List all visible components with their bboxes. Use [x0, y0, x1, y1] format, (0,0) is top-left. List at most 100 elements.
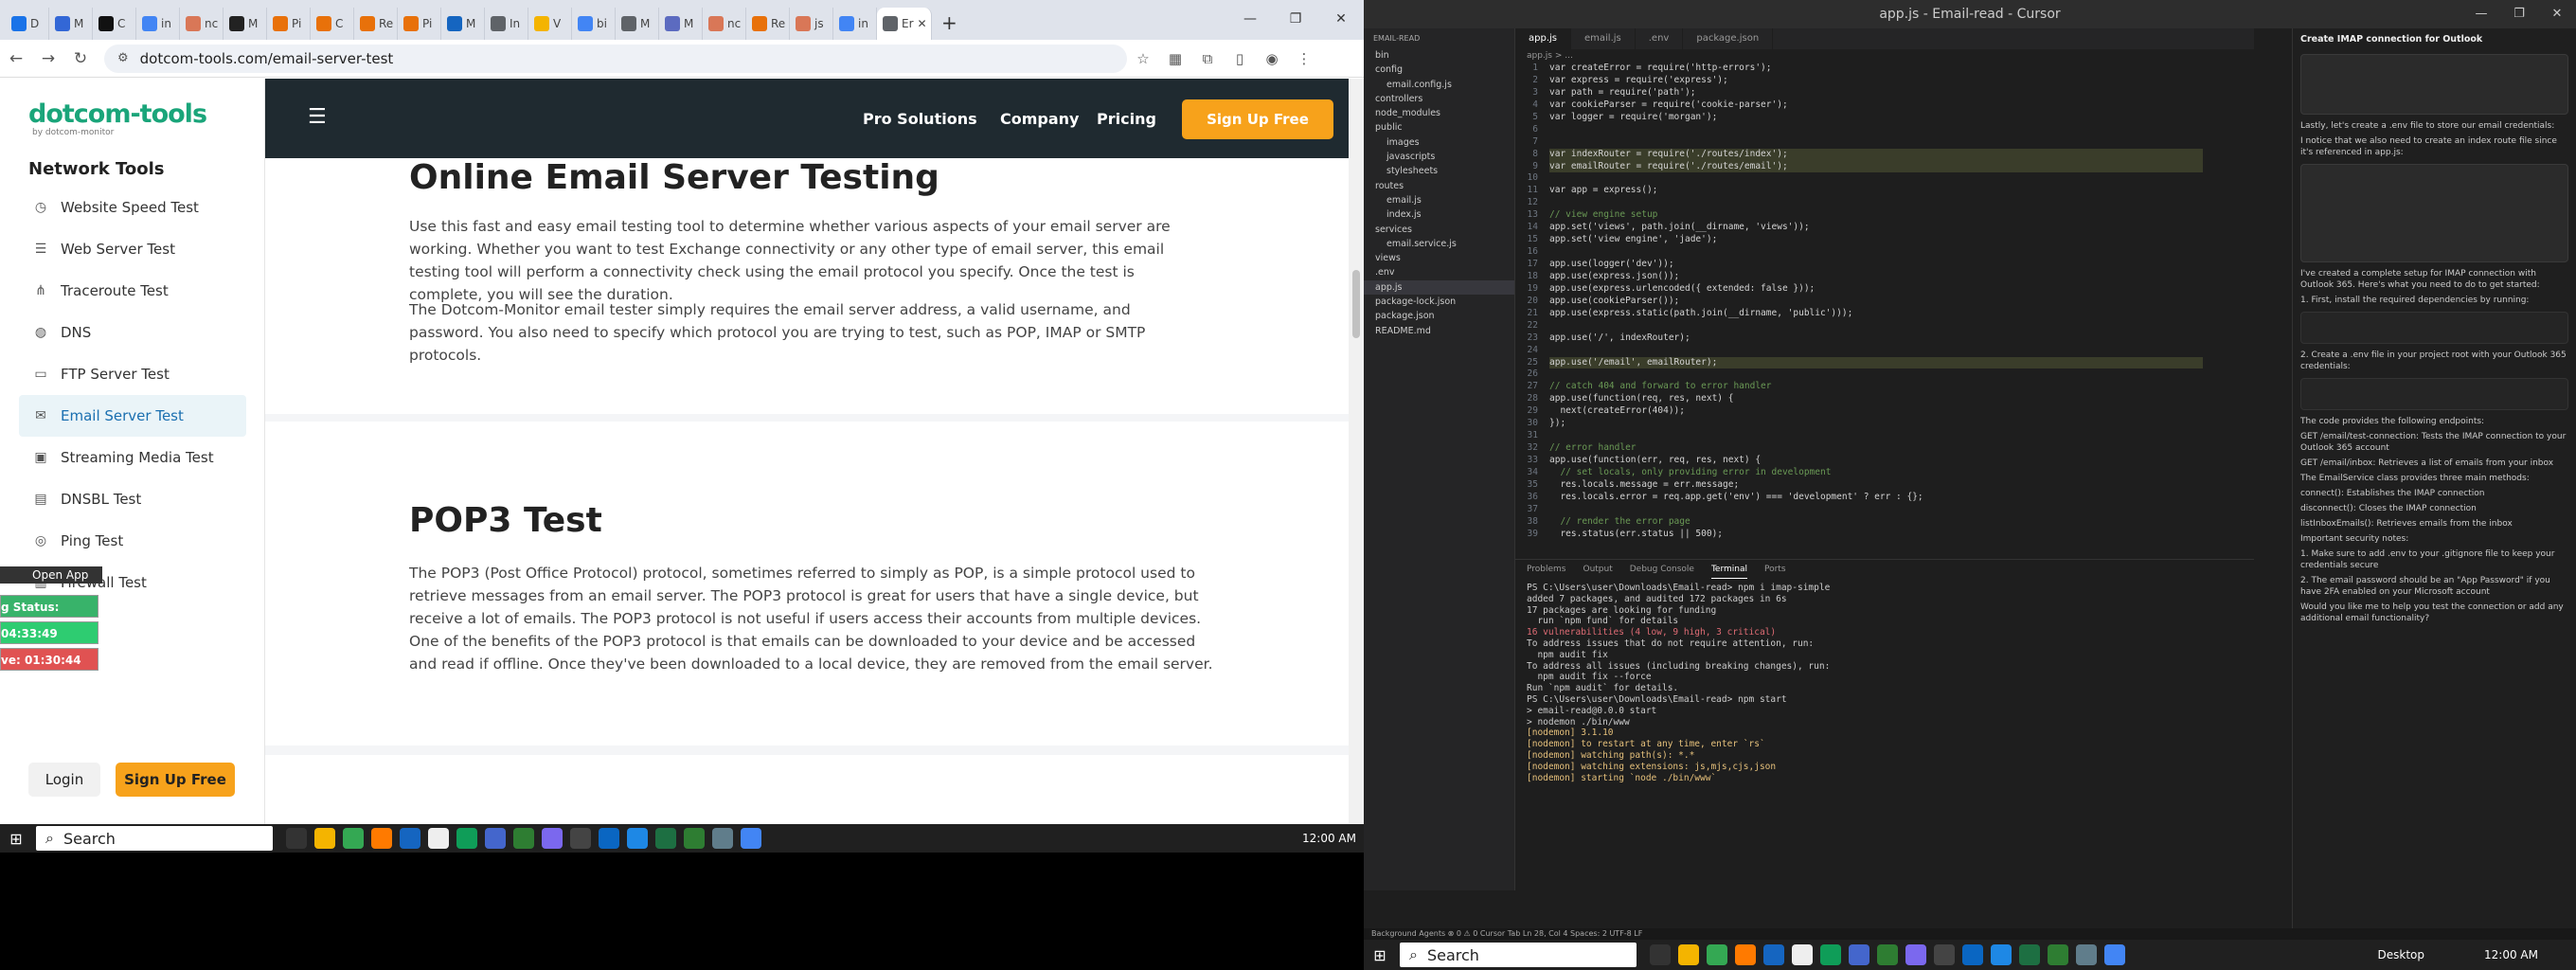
file-tree-item[interactable]: README.md — [1364, 324, 1514, 338]
panel-tab[interactable]: Ports — [1764, 560, 1786, 579]
panel-tab[interactable]: Output — [1583, 560, 1612, 579]
hamburger-menu-icon[interactable]: ☰ — [308, 105, 327, 129]
editor-tab[interactable]: package.json — [1683, 28, 1774, 49]
menu-kebab-icon[interactable]: ⋮ — [1288, 50, 1320, 67]
bookmark-star-icon[interactable]: ☆ — [1127, 50, 1159, 67]
taskbar-app-icon[interactable] — [485, 828, 506, 849]
taskbar-app-icon[interactable] — [314, 828, 335, 849]
ide-maximize-icon[interactable]: ❐ — [2500, 0, 2538, 28]
desktop-label[interactable]: Desktop — [2378, 940, 2425, 970]
file-tree-item[interactable]: stylesheets — [1364, 164, 1514, 178]
taskbar-search[interactable]: ⌕ Search — [36, 826, 273, 851]
browser-tab[interactable]: Re — [354, 8, 398, 40]
sidepanel-icon[interactable]: ▯ — [1224, 50, 1256, 67]
taskbar-search-2[interactable]: ⌕ Search — [1400, 943, 1637, 967]
reload-icon[interactable]: ↻ — [64, 49, 97, 68]
taskbar-app-icon[interactable] — [1934, 944, 1955, 965]
editor-tab[interactable]: email.js — [1571, 28, 1636, 49]
browser-tab[interactable]: in — [136, 8, 180, 40]
sidebar-item-ftp-server-test[interactable]: ▭ FTP Server Test — [19, 353, 246, 395]
windows-start-icon[interactable]: ⊞ — [0, 830, 32, 848]
nav-company[interactable]: Company — [1000, 110, 1079, 128]
maximize-icon[interactable]: ❐ — [1273, 0, 1318, 38]
taskbar-app-icon[interactable] — [371, 828, 392, 849]
file-tree-item[interactable]: services — [1364, 223, 1514, 237]
browser-tab[interactable]: nc — [703, 8, 746, 40]
file-tree-item[interactable]: public — [1364, 120, 1514, 135]
login-button[interactable]: Login — [28, 763, 100, 797]
taskbar-app-icon[interactable] — [1849, 944, 1869, 965]
taskbar-app-icon[interactable] — [1707, 944, 1727, 965]
new-tab-button[interactable]: + — [941, 11, 957, 34]
site-logo[interactable]: dotcom-tools — [28, 99, 207, 129]
file-tree-item[interactable]: .env — [1364, 265, 1514, 279]
extension-icon[interactable]: ▦ — [1159, 50, 1191, 67]
taskbar-app-icon[interactable] — [1877, 944, 1898, 965]
taskbar-app-icon[interactable] — [428, 828, 449, 849]
sidebar-item-website-speed-test[interactable]: ◷ Website Speed Test — [19, 187, 246, 228]
taskbar-app-icon[interactable] — [513, 828, 534, 849]
taskbar-app-icon[interactable] — [542, 828, 563, 849]
file-tree-item[interactable]: app.js — [1364, 279, 1514, 296]
browser-tab[interactable]: C — [93, 8, 136, 40]
taskbar-app-icon[interactable] — [2076, 944, 2097, 965]
taskbar-app-icon[interactable] — [1991, 944, 2012, 965]
sidebar-item-dns[interactable]: ◍ DNS — [19, 312, 246, 353]
browser-tab[interactable]: in — [833, 8, 877, 40]
sidebar-item-dnsbl-test[interactable]: ▤ DNSBL Test — [19, 478, 246, 520]
taskbar-app-icon[interactable] — [1962, 944, 1983, 965]
file-tree-item[interactable]: controllers — [1364, 92, 1514, 106]
taskbar-app-icon[interactable] — [286, 828, 307, 849]
taskbar-app-icon[interactable] — [684, 828, 705, 849]
browser-tab[interactable]: D — [6, 8, 49, 40]
editor-tab[interactable]: app.js — [1515, 28, 1571, 49]
taskbar-app-icon[interactable] — [655, 828, 676, 849]
ide-minimize-icon[interactable]: — — [2462, 0, 2500, 28]
panel-tab[interactable]: Debug Console — [1630, 560, 1694, 579]
sidebar-item-ping-test[interactable]: ◎ Ping Test — [19, 520, 246, 562]
open-app-button[interactable]: Open App — [0, 566, 102, 584]
editor-tab[interactable]: .env — [1636, 28, 1684, 49]
windows-start-icon-2[interactable]: ⊞ — [1364, 946, 1396, 964]
browser-tab[interactable]: In — [485, 8, 528, 40]
sidebar-item-web-server-test[interactable]: ☰ Web Server Test — [19, 228, 246, 270]
file-tree-item[interactable]: routes — [1364, 179, 1514, 193]
top-signup-button[interactable]: Sign Up Free — [1182, 99, 1333, 139]
file-tree-item[interactable]: index.js — [1364, 207, 1514, 222]
sidebar-item-traceroute-test[interactable]: ⋔ Traceroute Test — [19, 270, 246, 312]
file-tree-item[interactable]: javascripts — [1364, 150, 1514, 164]
nav-pricing[interactable]: Pricing — [1097, 110, 1156, 128]
nav-pro-solutions[interactable]: Pro Solutions — [863, 110, 977, 128]
url-field[interactable]: ⚙ dotcom-tools.com/email-server-test — [104, 44, 1127, 73]
browser-tab[interactable]: C — [311, 8, 354, 40]
browser-tab[interactable]: V — [528, 8, 572, 40]
file-tree-item[interactable]: views — [1364, 251, 1514, 265]
browser-tab[interactable]: nc — [180, 8, 224, 40]
taskbar-app-icon[interactable] — [1905, 944, 1926, 965]
profile-icon[interactable]: ◉ — [1256, 50, 1288, 67]
file-tree-item[interactable]: bin — [1364, 48, 1514, 63]
terminal-output[interactable]: PS C:\Users\user\Downloads\Email-read> n… — [1515, 579, 2254, 787]
taskbar-app-icon[interactable] — [741, 828, 761, 849]
code-area[interactable]: 1 var createError = require('http-errors'… — [1515, 63, 2254, 541]
file-tree-item[interactable]: package.json — [1364, 309, 1514, 323]
browser-tab[interactable]: Pi — [398, 8, 441, 40]
forward-icon[interactable]: → — [32, 49, 64, 68]
sidebar-signup-button[interactable]: Sign Up Free — [116, 763, 235, 797]
file-tree-item[interactable]: package-lock.json — [1364, 295, 1514, 309]
taskbar-app-icon[interactable] — [1650, 944, 1671, 965]
taskbar-app-icon[interactable] — [1678, 944, 1699, 965]
file-tree-item[interactable]: node_modules — [1364, 106, 1514, 120]
file-tree-item[interactable]: config — [1364, 63, 1514, 77]
browser-tab[interactable]: Pi — [267, 8, 311, 40]
back-icon[interactable]: ← — [0, 49, 32, 68]
file-tree-item[interactable]: email.service.js — [1364, 237, 1514, 251]
taskbar-app-icon[interactable] — [1792, 944, 1813, 965]
taskbar-app-icon[interactable] — [1820, 944, 1841, 965]
close-icon[interactable]: ✕ — [1318, 0, 1364, 38]
taskbar-app-icon[interactable] — [570, 828, 591, 849]
panel-tab[interactable]: Problems — [1527, 560, 1565, 579]
page-scrollbar-thumb[interactable] — [1352, 270, 1360, 338]
browser-tab[interactable]: Re — [746, 8, 790, 40]
taskbar-app-icon[interactable] — [1763, 944, 1784, 965]
